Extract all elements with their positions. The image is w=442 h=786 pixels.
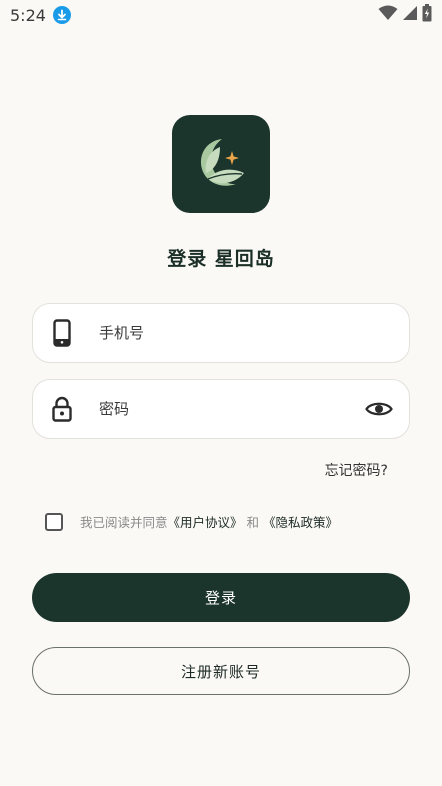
battery-icon <box>422 4 432 26</box>
agreement-checkbox[interactable] <box>45 512 63 531</box>
status-time: 5:24 <box>10 5 46 25</box>
phone-input[interactable] <box>97 323 409 343</box>
page-title: 登录 星回岛 <box>167 248 275 270</box>
privacy-policy-link[interactable]: 《隐私政策》 <box>263 515 338 530</box>
phone-field[interactable] <box>32 303 410 363</box>
status-left: 5:24 <box>10 6 71 25</box>
forgot-password-link[interactable]: 忘记密码? <box>325 460 388 480</box>
wifi-icon <box>378 5 398 25</box>
register-button[interactable]: 注册新账号 <box>32 647 410 695</box>
eye-icon[interactable] <box>364 398 394 420</box>
leaf-moon-star-logo <box>200 139 244 186</box>
signal-icon <box>402 5 418 25</box>
download-icon <box>52 6 71 24</box>
password-input[interactable] <box>97 399 364 419</box>
phone-icon <box>51 319 73 347</box>
user-agreement-link[interactable]: 《用户协议》 <box>168 515 243 530</box>
agreement-row: 我已阅读并同意《用户协议》 和 《隐私政策》 <box>45 512 338 531</box>
agreement-text: 我已阅读并同意《用户协议》 和 《隐私政策》 <box>80 512 338 531</box>
app-logo <box>172 115 270 213</box>
password-field[interactable] <box>32 379 410 439</box>
lock-icon <box>51 395 73 423</box>
agreement-conjunction: 和 <box>246 515 260 530</box>
status-bar: 5:24 <box>0 0 442 30</box>
login-button[interactable]: 登录 <box>32 573 410 622</box>
agreement-prefix: 我已阅读并同意 <box>80 515 168 530</box>
status-right <box>378 4 432 26</box>
